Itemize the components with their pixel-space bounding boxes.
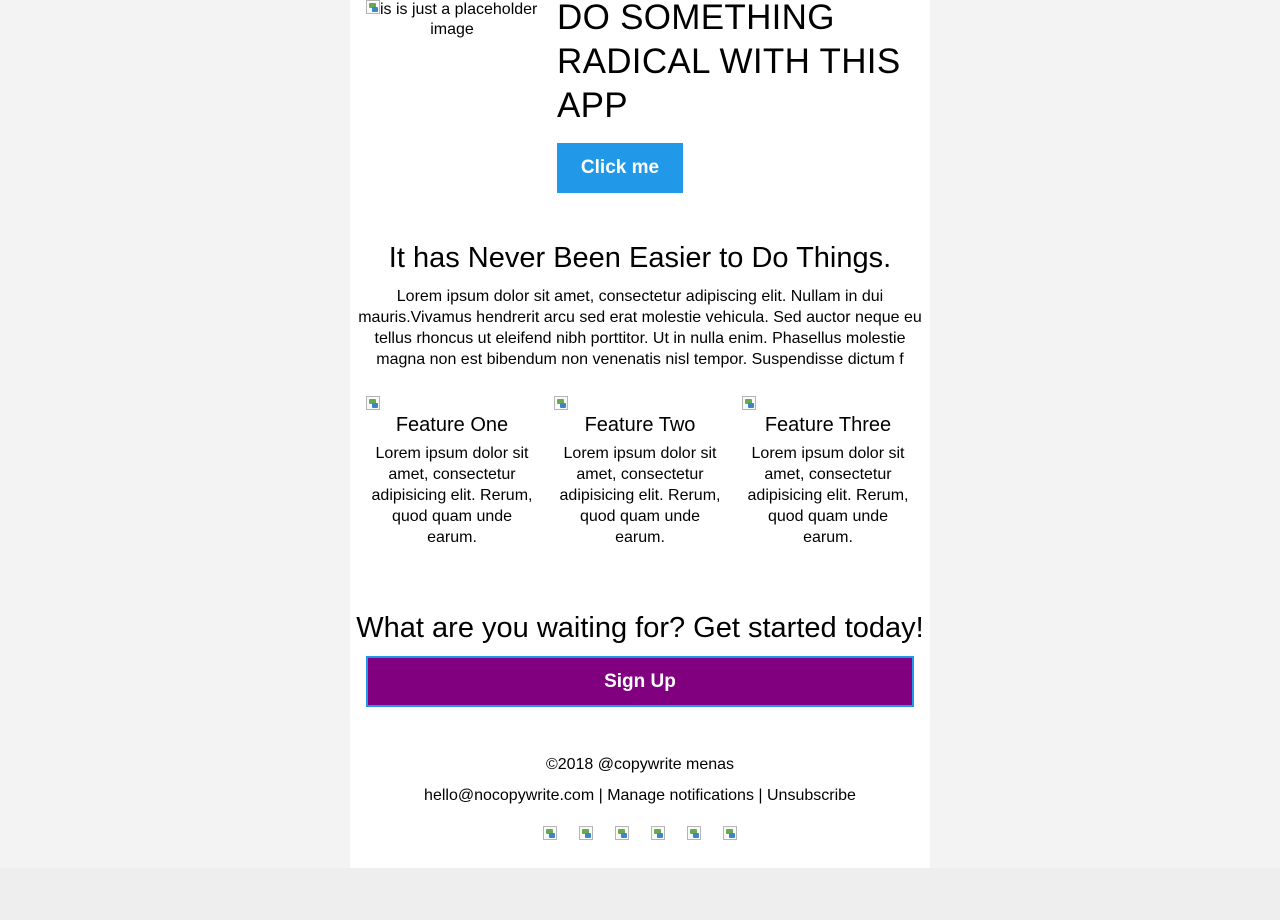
feature-one: Feature One Lorem ipsum dolor sit amet, … — [366, 396, 538, 548]
social-broken-image-icon[interactable] — [651, 826, 665, 840]
social-broken-image-icon[interactable] — [579, 826, 593, 840]
social-broken-image-icon[interactable] — [615, 826, 629, 840]
manage-notifications-link[interactable]: Manage notifications — [607, 787, 754, 804]
social-icons — [350, 826, 930, 840]
feature-text: Lorem ipsum dolor sit amet, consectetur … — [559, 445, 721, 546]
social-broken-image-icon[interactable] — [723, 826, 737, 840]
social-broken-image-icon[interactable] — [687, 826, 701, 840]
feature-text: Lorem ipsum dolor sit amet, consectetur … — [371, 445, 533, 546]
broken-image-icon — [554, 396, 568, 410]
broken-image-icon — [366, 396, 380, 410]
feature-title: Feature Two — [584, 414, 696, 436]
hero-image: this is just a placeholder image — [366, 0, 538, 40]
hero-title: DO SOMETHING RADICAL WITH THIS APP — [557, 0, 901, 125]
feature-text: Lorem ipsum dolor sit amet, consectetur … — [747, 445, 909, 546]
footer-separator: | — [594, 787, 608, 804]
sign-up-button[interactable]: Sign Up — [366, 656, 914, 707]
hero-image-alt: this is just a placeholder image — [366, 1, 538, 38]
unsubscribe-link[interactable]: Unsubscribe — [767, 787, 856, 804]
broken-image-icon — [366, 0, 380, 14]
broken-image-icon — [742, 396, 756, 410]
footer-copyright: ©2018 @copywrite menas — [545, 756, 735, 773]
signup-title: What are you waiting for? Get started to… — [356, 612, 924, 644]
email-container: this is just a placeholder image DO SOME… — [350, 0, 930, 868]
click-me-button[interactable]: Click me — [557, 143, 683, 193]
social-broken-image-icon[interactable] — [543, 826, 557, 840]
intro-title: It has Never Been Easier to Do Things. — [388, 242, 892, 274]
feature-title: Feature One — [395, 414, 509, 436]
feature-two: Feature Two Lorem ipsum dolor sit amet, … — [554, 396, 726, 548]
intro-text: Lorem ipsum dolor sit amet, consectetur … — [358, 288, 922, 368]
feature-three: Feature Three Lorem ipsum dolor sit amet… — [742, 396, 914, 548]
page-bottom-band — [0, 868, 1280, 920]
footer-links: hello@nocopywrite.com | Manage notificat… — [350, 786, 930, 806]
footer-email-link[interactable]: hello@nocopywrite.com — [424, 787, 594, 804]
feature-title: Feature Three — [764, 414, 892, 436]
footer-separator: | — [753, 787, 767, 804]
